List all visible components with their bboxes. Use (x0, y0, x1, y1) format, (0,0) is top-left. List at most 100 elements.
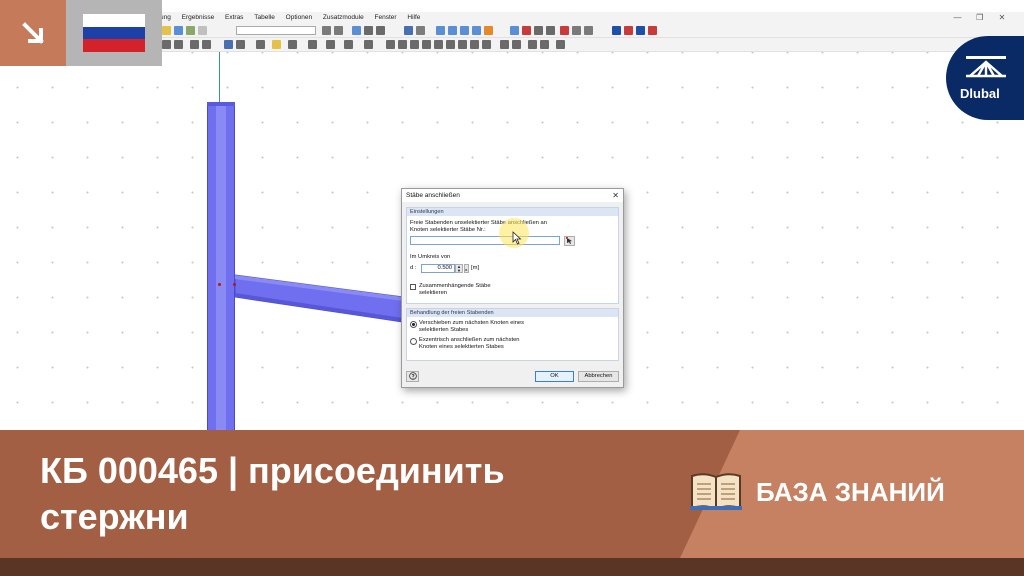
display-icon[interactable] (500, 40, 509, 49)
results-icon[interactable] (352, 26, 361, 35)
panel-icon[interactable] (540, 40, 549, 49)
pan-icon[interactable] (386, 40, 395, 49)
radio2-label-line2: Knoten eines selektierten Stabes (419, 344, 504, 350)
print-icon[interactable] (186, 26, 195, 35)
menu-item[interactable]: Extras (225, 12, 243, 24)
menu-bar: ung Ergebnisse Extras Tabelle Optionen Z… (160, 12, 1024, 24)
pick-icon (566, 237, 572, 244)
axes-icon[interactable] (308, 40, 317, 49)
minimize-button[interactable]: — (948, 12, 968, 24)
cancel-icon[interactable] (560, 26, 569, 35)
help-button[interactable] (406, 371, 419, 382)
russia-flag-icon (83, 14, 145, 52)
delete-icon[interactable] (522, 26, 531, 35)
node-marker[interactable] (218, 283, 221, 286)
filter-icon[interactable] (288, 40, 297, 49)
zoom-icon[interactable] (364, 40, 373, 49)
menu-item[interactable]: Optionen (286, 12, 312, 24)
pick-members-button[interactable] (564, 236, 575, 246)
settings-icon[interactable] (528, 40, 537, 49)
language-badge (66, 0, 162, 66)
radius-spinner[interactable]: ▲ ▼ (455, 264, 463, 273)
loadcase-select[interactable] (236, 26, 316, 35)
report-icon[interactable] (636, 26, 645, 35)
brand-name: Dlubal (960, 86, 1000, 101)
toolbar-secondary (160, 38, 1024, 52)
line-icon[interactable] (202, 40, 211, 49)
cancel-button[interactable]: Abbrechen (578, 371, 619, 382)
hinge-icon[interactable] (236, 40, 245, 49)
ortho-icon[interactable] (410, 40, 419, 49)
column-member[interactable] (207, 106, 235, 430)
ok-button[interactable]: OK (535, 371, 574, 382)
dlubal-logo: Dlubal (946, 36, 1024, 120)
menu-item[interactable]: Ergebnisse (182, 12, 215, 24)
menu-item[interactable]: Zusatzmodule (323, 12, 364, 24)
dim-icon[interactable] (584, 26, 593, 35)
light-icon[interactable] (272, 40, 281, 49)
next-icon[interactable] (334, 26, 343, 35)
member-icon[interactable] (510, 26, 519, 35)
measure-icon[interactable] (572, 26, 581, 35)
menu-item[interactable]: Tabelle (254, 12, 275, 24)
load-icon[interactable] (256, 40, 265, 49)
close-icon[interactable]: ✕ (612, 189, 619, 202)
radio1-label-line2: selektierten Stabes (419, 327, 469, 333)
mirror-icon[interactable] (546, 26, 555, 35)
node-marker[interactable] (233, 283, 236, 286)
visibility-icon[interactable] (470, 40, 479, 49)
error-icon[interactable] (648, 26, 657, 35)
guide-icon[interactable] (446, 40, 455, 49)
radius-menu-button[interactable]: ▸ (464, 264, 469, 273)
menu-item[interactable]: Fenster (375, 12, 397, 24)
prev-icon[interactable] (322, 26, 331, 35)
unit-label: [m] (471, 265, 480, 271)
radius-input[interactable]: 0.500 (421, 264, 455, 273)
view-x-icon[interactable] (448, 26, 457, 35)
open-icon[interactable] (162, 26, 171, 35)
headline-line1: КБ 000465 | присоединить (40, 450, 505, 491)
radio-eccentric-connect[interactable] (410, 338, 417, 345)
render-icon[interactable] (484, 26, 493, 35)
close-window-button[interactable]: ✕ (992, 12, 1012, 24)
grid-icon[interactable] (404, 26, 413, 35)
select-connected-checkbox[interactable] (410, 284, 416, 290)
workplane-icon[interactable] (434, 40, 443, 49)
values-icon[interactable] (376, 26, 385, 35)
layers-icon[interactable] (482, 40, 491, 49)
view-iso-icon[interactable] (436, 26, 445, 35)
menu-item[interactable]: Hilfe (407, 12, 420, 24)
radio-move-to-node[interactable] (410, 321, 417, 328)
osnap-icon[interactable] (422, 40, 431, 49)
support-icon[interactable] (224, 40, 233, 49)
split-icon[interactable] (556, 40, 565, 49)
free-ends-header: Behandlung der freien Stabenden (407, 309, 618, 317)
colors-icon[interactable] (512, 40, 521, 49)
dlubal-bridge-icon (966, 56, 1006, 78)
table-icon[interactable] (624, 26, 633, 35)
settings-header: Einstellungen (407, 208, 618, 216)
book-icon (690, 473, 742, 511)
window-select-icon[interactable] (174, 40, 183, 49)
text-icon[interactable] (344, 40, 353, 49)
snap-icon[interactable] (416, 26, 425, 35)
select-icon[interactable] (162, 40, 171, 49)
bar-numbers-input[interactable] (410, 236, 560, 245)
grid-toggle-icon[interactable] (398, 40, 407, 49)
rotate-icon[interactable] (534, 26, 543, 35)
mouse-cursor-icon (512, 231, 522, 245)
copy-icon[interactable] (198, 26, 207, 35)
construction-line (219, 52, 220, 108)
coords-icon[interactable] (326, 40, 335, 49)
beam-member[interactable] (233, 270, 408, 330)
restore-button[interactable]: ❐ (970, 12, 990, 24)
section-icon[interactable] (612, 26, 621, 35)
save-icon[interactable] (174, 26, 183, 35)
node-icon[interactable] (190, 40, 199, 49)
calc-icon[interactable] (364, 26, 373, 35)
view-z-icon[interactable] (472, 26, 481, 35)
checkbox-label-line1: Zusammenhängende Stäbe (419, 283, 491, 289)
view-y-icon[interactable] (460, 26, 469, 35)
description-line2: Knoten selektierter Stäbe Nr.: (410, 227, 486, 233)
dxf-icon[interactable] (458, 40, 467, 49)
